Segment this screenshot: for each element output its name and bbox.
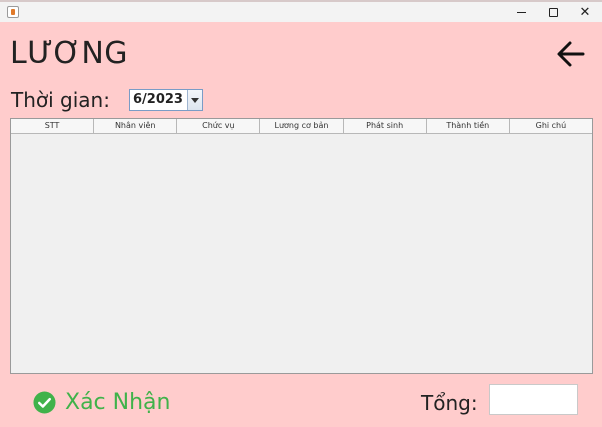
period-label: Thời gian: — [11, 88, 110, 112]
column-header[interactable]: STT — [11, 119, 95, 133]
check-circle-icon — [33, 390, 56, 414]
close-button[interactable]: ✕ — [568, 2, 602, 22]
salary-table[interactable]: STT Nhân viên Chức vụ Lương cơ bản Phát sinh… — [10, 118, 593, 374]
table-header: STT Nhân viên Chức vụ Lương cơ bản Phát sinh… — [11, 119, 592, 134]
maximize-button[interactable] — [536, 2, 570, 22]
confirm-label: Xác Nhận — [65, 389, 171, 415]
column-header[interactable]: Chức vụ — [177, 119, 261, 133]
java-app-icon — [7, 6, 19, 18]
arrow-left-icon[interactable] — [556, 40, 586, 68]
period-select[interactable]: 6/2023 — [129, 89, 203, 111]
period-value: 6/2023 — [133, 92, 183, 107]
dropdown-button[interactable] — [187, 90, 202, 110]
app-window: ✕ LƯƠNG Thời gian: 6/2023 STT Nhân viên Ch… — [0, 0, 602, 427]
page-title: LƯƠNG — [10, 36, 129, 71]
column-header[interactable]: Phát sinh — [344, 119, 427, 133]
column-header[interactable]: Nhân viên — [94, 119, 178, 133]
title-bar: ✕ — [0, 2, 602, 22]
close-icon: ✕ — [579, 4, 591, 20]
column-header[interactable]: Ghi chú — [510, 119, 592, 133]
column-header[interactable]: Thành tiền — [427, 119, 510, 133]
minimize-icon — [516, 11, 526, 13]
minimize-button[interactable] — [504, 2, 538, 22]
total-field[interactable] — [489, 384, 578, 415]
main-panel: LƯƠNG Thời gian: 6/2023 STT Nhân viên Chức… — [0, 22, 602, 427]
confirm-button[interactable]: Xác Nhận — [33, 388, 170, 416]
chevron-down-icon — [191, 97, 199, 103]
maximize-icon — [548, 7, 558, 17]
total-label: Tổng: — [421, 391, 478, 415]
column-header[interactable]: Lương cơ bản — [260, 119, 344, 133]
